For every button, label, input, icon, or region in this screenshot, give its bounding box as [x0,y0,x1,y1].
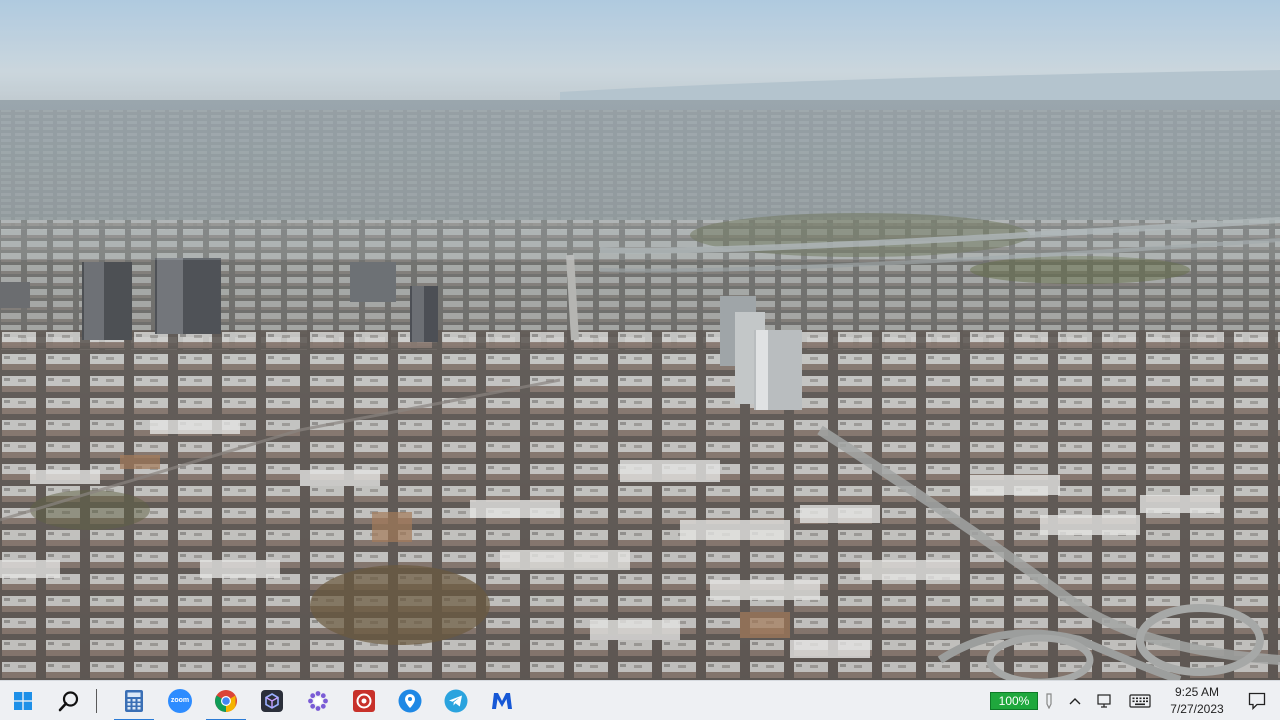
taskbar-gear-app[interactable] [295,681,341,720]
aerial-city-photo [0,0,1280,680]
battery-percent: 100% [998,694,1030,708]
notification-icon [1248,692,1266,710]
chevron-up-glyph [1069,698,1081,705]
system-tray: 100% 9:25 AM 7/27/2023 [990,681,1280,720]
taskbar: zoom 100% 9:25 AM 7/27/2023 [0,680,1280,720]
malwarebytes-icon [492,692,512,709]
clock-date: 7/27/2023 [1170,702,1224,716]
taskbar-separator [96,688,97,713]
chevron-up-icon[interactable] [1060,681,1090,720]
clock-time: 9:25 AM [1174,685,1220,699]
battery-indicator[interactable]: 100% [990,692,1038,710]
gear-flower-icon [308,690,328,711]
taskbar-maps[interactable] [387,681,433,720]
zoom-icon-label: zoom [170,697,190,704]
taskbar-malwarebytes[interactable] [479,681,525,720]
cube-app-icon [261,689,283,712]
search-button[interactable] [46,681,92,720]
keyboard-icon[interactable] [1120,681,1160,720]
notification-center-button[interactable] [1234,681,1280,720]
search-icon [58,690,79,711]
chrome-icon [215,689,237,712]
keyboard-glyph [1129,694,1151,708]
taskbar-red-app[interactable] [341,681,387,720]
telegram-icon [444,689,468,712]
start-button[interactable] [0,681,46,720]
network-glyph [1097,694,1111,708]
red-square-app-icon [353,689,375,712]
calculator-icon [125,689,143,712]
map-pin-icon [398,689,422,712]
taskbar-telegram[interactable] [433,681,479,720]
desktop-wallpaper [0,0,1280,680]
taskbar-chrome[interactable] [203,681,249,720]
taskbar-cube-app[interactable] [249,681,295,720]
taskbar-zoom[interactable]: zoom [157,681,203,720]
taskbar-calculator[interactable] [111,681,157,720]
network-icon[interactable] [1090,681,1120,720]
windows-logo-icon [14,691,32,710]
zoom-icon: zoom [168,688,192,713]
pen-glyph [1046,693,1052,709]
pen-icon[interactable] [1038,681,1060,720]
clock[interactable]: 9:25 AM 7/27/2023 [1160,684,1234,718]
